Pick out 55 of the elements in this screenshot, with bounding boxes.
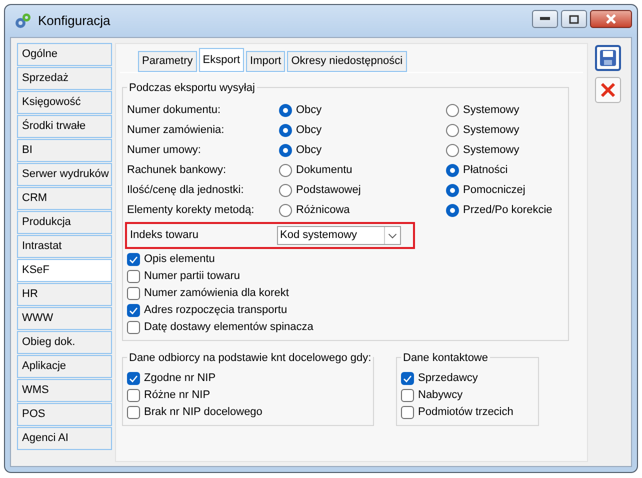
sidebar-item[interactable]: Produkcja: [17, 211, 112, 234]
tab[interactable]: Parametry: [138, 51, 197, 72]
sidebar-item[interactable]: HR: [17, 283, 112, 306]
checkbox-label: Brak nr NIP docelowego: [144, 405, 262, 420]
sidebar-item[interactable]: WMS: [17, 379, 112, 402]
radio-label: Obcy: [296, 102, 322, 118]
checkbox-label: Opis elementu: [144, 252, 215, 268]
sidebar-item[interactable]: Intrastat: [17, 235, 112, 258]
field-label: Numer umowy:: [127, 142, 202, 158]
tab[interactable]: Eksport: [198, 48, 244, 72]
checkbox-label: Numer partii towaru: [144, 269, 240, 284]
sidebar-item[interactable]: Środki trwałe: [17, 115, 112, 138]
radio-label: Podstawowej: [296, 182, 361, 198]
checkbox-label: Sprzedawcy: [418, 371, 478, 386]
field-label: Numer zamówienia:: [127, 122, 226, 138]
sidebar-item[interactable]: Aplikacje: [17, 355, 112, 378]
radio-label: Różnicowa: [296, 202, 350, 218]
radio-label: Obcy: [296, 122, 322, 138]
field-label: Elementy korekty metodą:: [127, 202, 256, 218]
sidebar-item[interactable]: Serwer wydruków: [17, 163, 112, 186]
radio-label: Systemowy: [463, 102, 520, 118]
sidebar-item[interactable]: WWW: [17, 307, 112, 330]
checkbox-label: Zgodne nr NIP: [144, 371, 216, 386]
radio-label: Dokumentu: [296, 162, 352, 178]
checkbox-label: Podmiotów trzecich: [418, 405, 514, 420]
radio-label: Pomocniczej: [463, 182, 526, 198]
sidebar-item[interactable]: KSeF: [17, 259, 112, 282]
sidebar-item[interactable]: Obieg dok.: [17, 331, 112, 354]
field-label: Ilość/cenę dla jednostki:: [127, 182, 245, 198]
field-label: Numer dokumentu:: [127, 102, 222, 118]
field-label: Indeks towaru: [129, 228, 200, 244]
field-label: Rachunek bankowy:: [127, 162, 228, 178]
sidebar-item[interactable]: POS: [17, 403, 112, 426]
radio-label: Obcy: [296, 142, 322, 158]
group-title: Podczas eksportu wysyłaj: [127, 80, 257, 96]
radio-label: Systemowy: [463, 142, 520, 158]
window-title: Konfiguracja: [38, 12, 110, 30]
sidebar-item[interactable]: BI: [17, 139, 112, 162]
checkbox-label: Datę dostawy elementów spinacza: [144, 320, 314, 336]
checkbox-label: Różne nr NIP: [144, 388, 210, 404]
sidebar-item[interactable]: Sprzedaż: [17, 67, 112, 90]
checkbox-label: Numer zamówienia dla korekt: [144, 286, 289, 302]
sidebar-item[interactable]: CRM: [17, 187, 112, 210]
radio-label: Płatności: [463, 162, 508, 178]
checkbox-label: Adres rozpoczęcia transportu: [144, 303, 288, 318]
sidebar-item[interactable]: Ogólne: [17, 43, 112, 66]
tab[interactable]: Import: [246, 51, 286, 72]
tab[interactable]: Okresy niedostępności: [287, 51, 407, 72]
radio-label: Przed/Po korekcie: [463, 202, 552, 218]
checkbox-label: Nabywcy: [418, 388, 463, 404]
radio-label: Systemowy: [463, 122, 520, 138]
sidebar-item[interactable]: Księgowość: [17, 91, 112, 114]
group-title: Dane odbiorcy na podstawie knt docelowego gdy:: [127, 350, 374, 366]
dropdown-field[interactable]: Kod systemowy: [277, 226, 401, 245]
sidebar-item[interactable]: Agenci AI: [17, 427, 112, 450]
